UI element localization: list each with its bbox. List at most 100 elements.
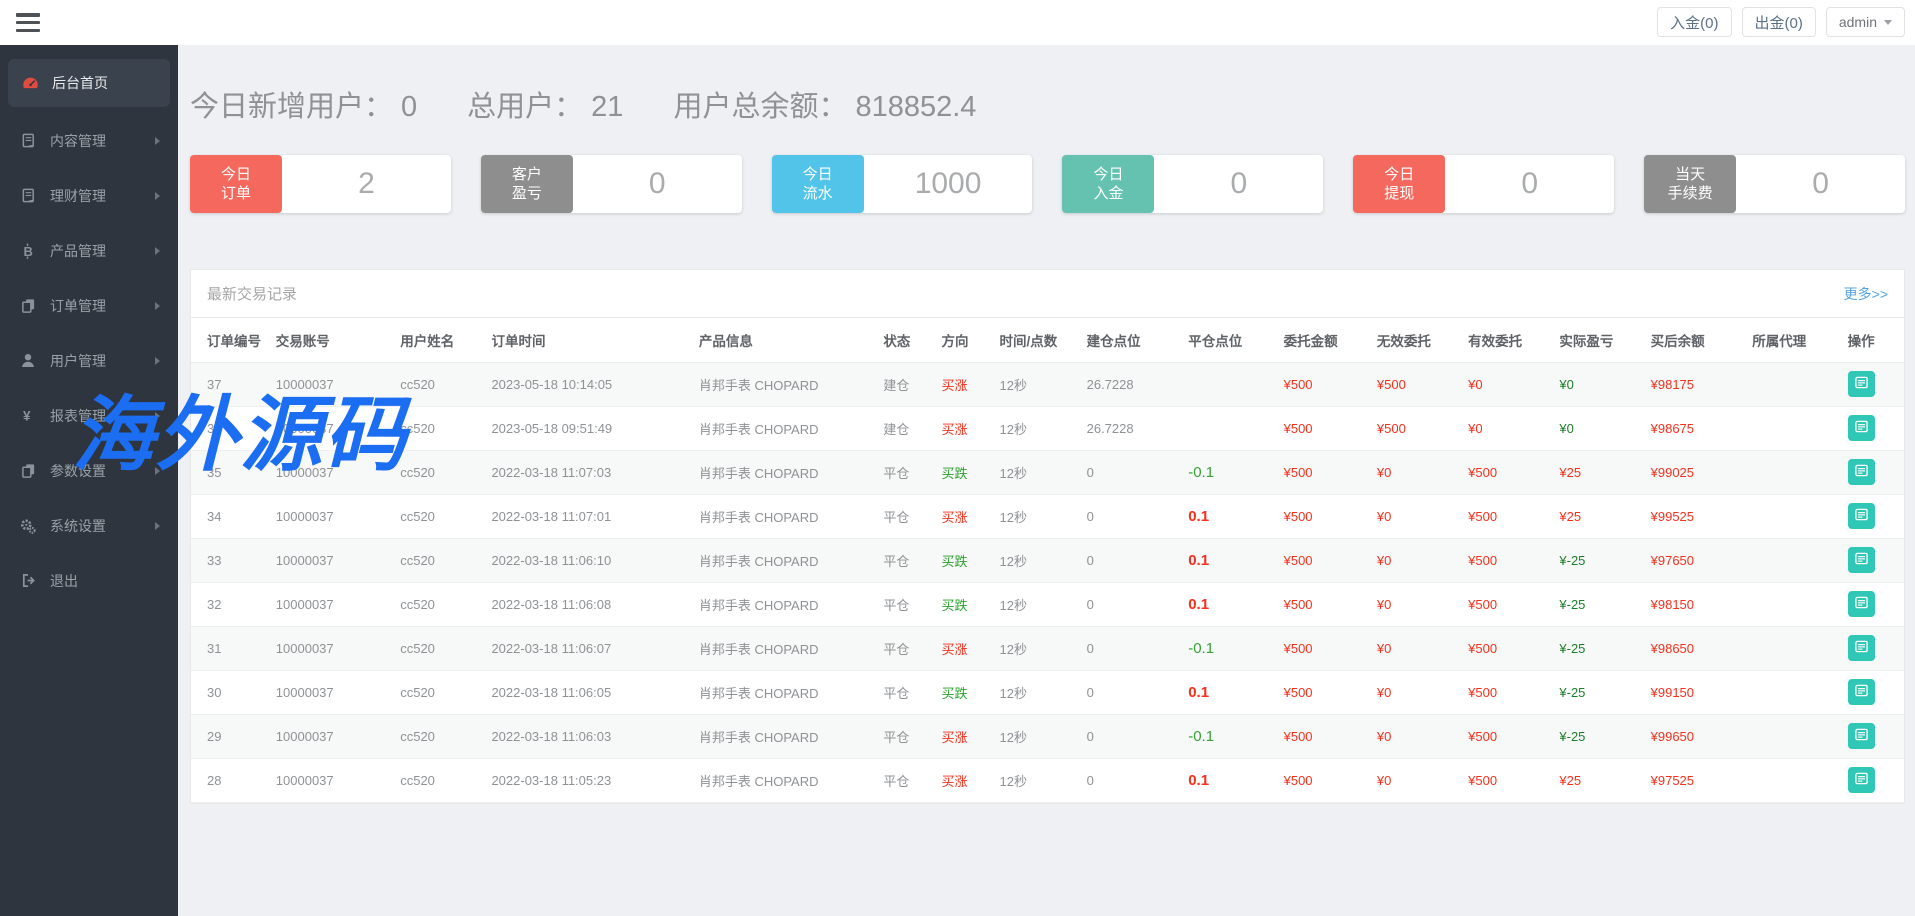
overview-stat-0: 今日新增用户：0 — [190, 83, 417, 125]
view-order-button[interactable] — [1848, 591, 1875, 617]
table-cell: ¥99525 — [1645, 494, 1747, 538]
column-header: 订单时间 — [485, 318, 692, 362]
table-cell: 10000037 — [270, 362, 394, 406]
view-order-button[interactable] — [1848, 635, 1875, 661]
stat-card-label: 当天手续费 — [1644, 155, 1736, 213]
table-cell: ¥500 — [1278, 626, 1371, 670]
table-cell: ¥500 — [1278, 494, 1371, 538]
sidebar-item-label: 用户管理 — [50, 351, 106, 371]
table-cell: ¥500 — [1278, 670, 1371, 714]
view-order-button[interactable] — [1848, 371, 1875, 397]
list-icon — [1855, 464, 1868, 480]
table-cell: 建仓 — [877, 406, 935, 450]
table-cell: ¥500 — [1371, 362, 1462, 406]
column-header: 所属代理 — [1746, 318, 1841, 362]
view-order-button[interactable] — [1848, 503, 1875, 529]
stat-card-value: 2 — [282, 155, 451, 213]
table-cell: ¥0 — [1371, 494, 1462, 538]
table-cell: cc520 — [394, 626, 485, 670]
table-cell: ¥500 — [1462, 758, 1553, 802]
table-cell: ¥500 — [1278, 758, 1371, 802]
table-cell: 29 — [191, 714, 270, 758]
sidebar-menu: 后台首页内容管理理财管理B产品管理订单管理用户管理 ¥报表管理参数设置系统设置退出 — [0, 45, 178, 608]
table-cell: 买跌 — [935, 450, 993, 494]
table-cell-actions — [1842, 494, 1904, 538]
sidebar-item-home[interactable]: 后台首页 — [8, 59, 170, 107]
view-order-button[interactable] — [1848, 459, 1875, 485]
deposit-button[interactable]: 入金(0) — [1657, 7, 1731, 37]
table-cell: ¥25 — [1553, 758, 1644, 802]
sidebar-item-finance[interactable]: 理财管理 — [0, 168, 178, 223]
sidebar-item-label: 产品管理 — [50, 241, 106, 261]
sidebar-item-report[interactable]: ¥报表管理 — [0, 388, 178, 443]
table-cell: ¥0 — [1371, 538, 1462, 582]
table-cell: -0.1 — [1182, 626, 1277, 670]
table-cell: ¥99150 — [1645, 670, 1747, 714]
sidebar-item-params[interactable]: 参数设置 — [0, 443, 178, 498]
table-cell-actions — [1842, 538, 1904, 582]
sidebar-item-product[interactable]: B产品管理 — [0, 223, 178, 278]
table-cell: -0.1 — [1182, 450, 1277, 494]
table-cell: 肖邦手表 CHOPARD — [693, 582, 878, 626]
sidebar-item-logout[interactable]: 退出 — [0, 553, 178, 608]
user-icon — [18, 353, 38, 368]
overview-stats: 今日新增用户：0总用户：21用户总余额：818852.4 — [190, 83, 1905, 125]
view-order-button[interactable] — [1848, 679, 1875, 705]
table-cell: 0.1 — [1182, 670, 1277, 714]
chevron-right-icon — [155, 522, 160, 530]
column-header: 订单编号 — [191, 318, 270, 362]
view-order-button[interactable] — [1848, 723, 1875, 749]
admin-menu-button[interactable]: admin — [1826, 7, 1905, 37]
table-cell: 买跌 — [935, 670, 993, 714]
list-icon — [1855, 640, 1868, 656]
table-cell: 35 — [191, 450, 270, 494]
table-cell: 12秒 — [994, 362, 1081, 406]
table-cell: 买涨 — [935, 362, 993, 406]
table-cell: ¥-25 — [1553, 670, 1644, 714]
table-row: 2910000037cc5202022-03-18 11:06:03肖邦手表 C… — [191, 714, 1904, 758]
column-header: 无效委托 — [1371, 318, 1462, 362]
table-cell: 26.7228 — [1081, 362, 1183, 406]
stat-value: 21 — [591, 91, 623, 124]
sidebar-item-label: 系统设置 — [50, 516, 106, 536]
sidebar-item-user[interactable]: 用户管理 — [0, 333, 178, 388]
list-icon — [1855, 596, 1868, 612]
table-cell: ¥97525 — [1645, 758, 1747, 802]
sidebar-item-content[interactable]: 内容管理 — [0, 113, 178, 168]
table-row: 3610000037cc5202023-05-18 09:51:49肖邦手表 C… — [191, 406, 1904, 450]
table-cell: 10000037 — [270, 582, 394, 626]
list-icon — [1855, 552, 1868, 568]
table-cell: 12秒 — [994, 714, 1081, 758]
table-cell: 平仓 — [877, 582, 935, 626]
stat-card-label: 今日入金 — [1062, 155, 1154, 213]
stat-label: 总用户： — [467, 83, 583, 125]
menu-toggle-icon[interactable] — [16, 13, 40, 32]
table-cell: 肖邦手表 CHOPARD — [693, 406, 878, 450]
table-cell: 买涨 — [935, 406, 993, 450]
table-cell: cc520 — [394, 450, 485, 494]
withdraw-button[interactable]: 出金(0) — [1742, 7, 1816, 37]
sidebar-item-label: 订单管理 — [50, 296, 106, 316]
table-cell: 31 — [191, 626, 270, 670]
sidebar: 后台首页内容管理理财管理B产品管理订单管理用户管理 ¥报表管理参数设置系统设置退出 — [0, 45, 178, 916]
table-cell: cc520 — [394, 362, 485, 406]
chevron-down-icon — [1884, 20, 1892, 25]
sidebar-item-label: 后台首页 — [52, 73, 108, 93]
table-cell: 买涨 — [935, 758, 993, 802]
column-header: 建仓点位 — [1081, 318, 1183, 362]
sidebar-item-system[interactable]: 系统设置 — [0, 498, 178, 553]
column-header: 买后余额 — [1645, 318, 1747, 362]
view-order-button[interactable] — [1848, 767, 1875, 793]
stat-card-label: 客户盈亏 — [481, 155, 573, 213]
overview-stat-1: 总用户：21 — [467, 83, 623, 125]
table-cell: ¥500 — [1462, 538, 1553, 582]
table-cell: 10000037 — [270, 758, 394, 802]
table-cell: 10000037 — [270, 406, 394, 450]
more-link[interactable]: 更多>> — [1844, 284, 1888, 304]
table-cell: 12秒 — [994, 758, 1081, 802]
sidebar-item-order[interactable]: 订单管理 — [0, 278, 178, 333]
table-cell — [1182, 406, 1277, 450]
view-order-button[interactable] — [1848, 415, 1875, 441]
view-order-button[interactable] — [1848, 547, 1875, 573]
table-cell: ¥0 — [1462, 362, 1553, 406]
